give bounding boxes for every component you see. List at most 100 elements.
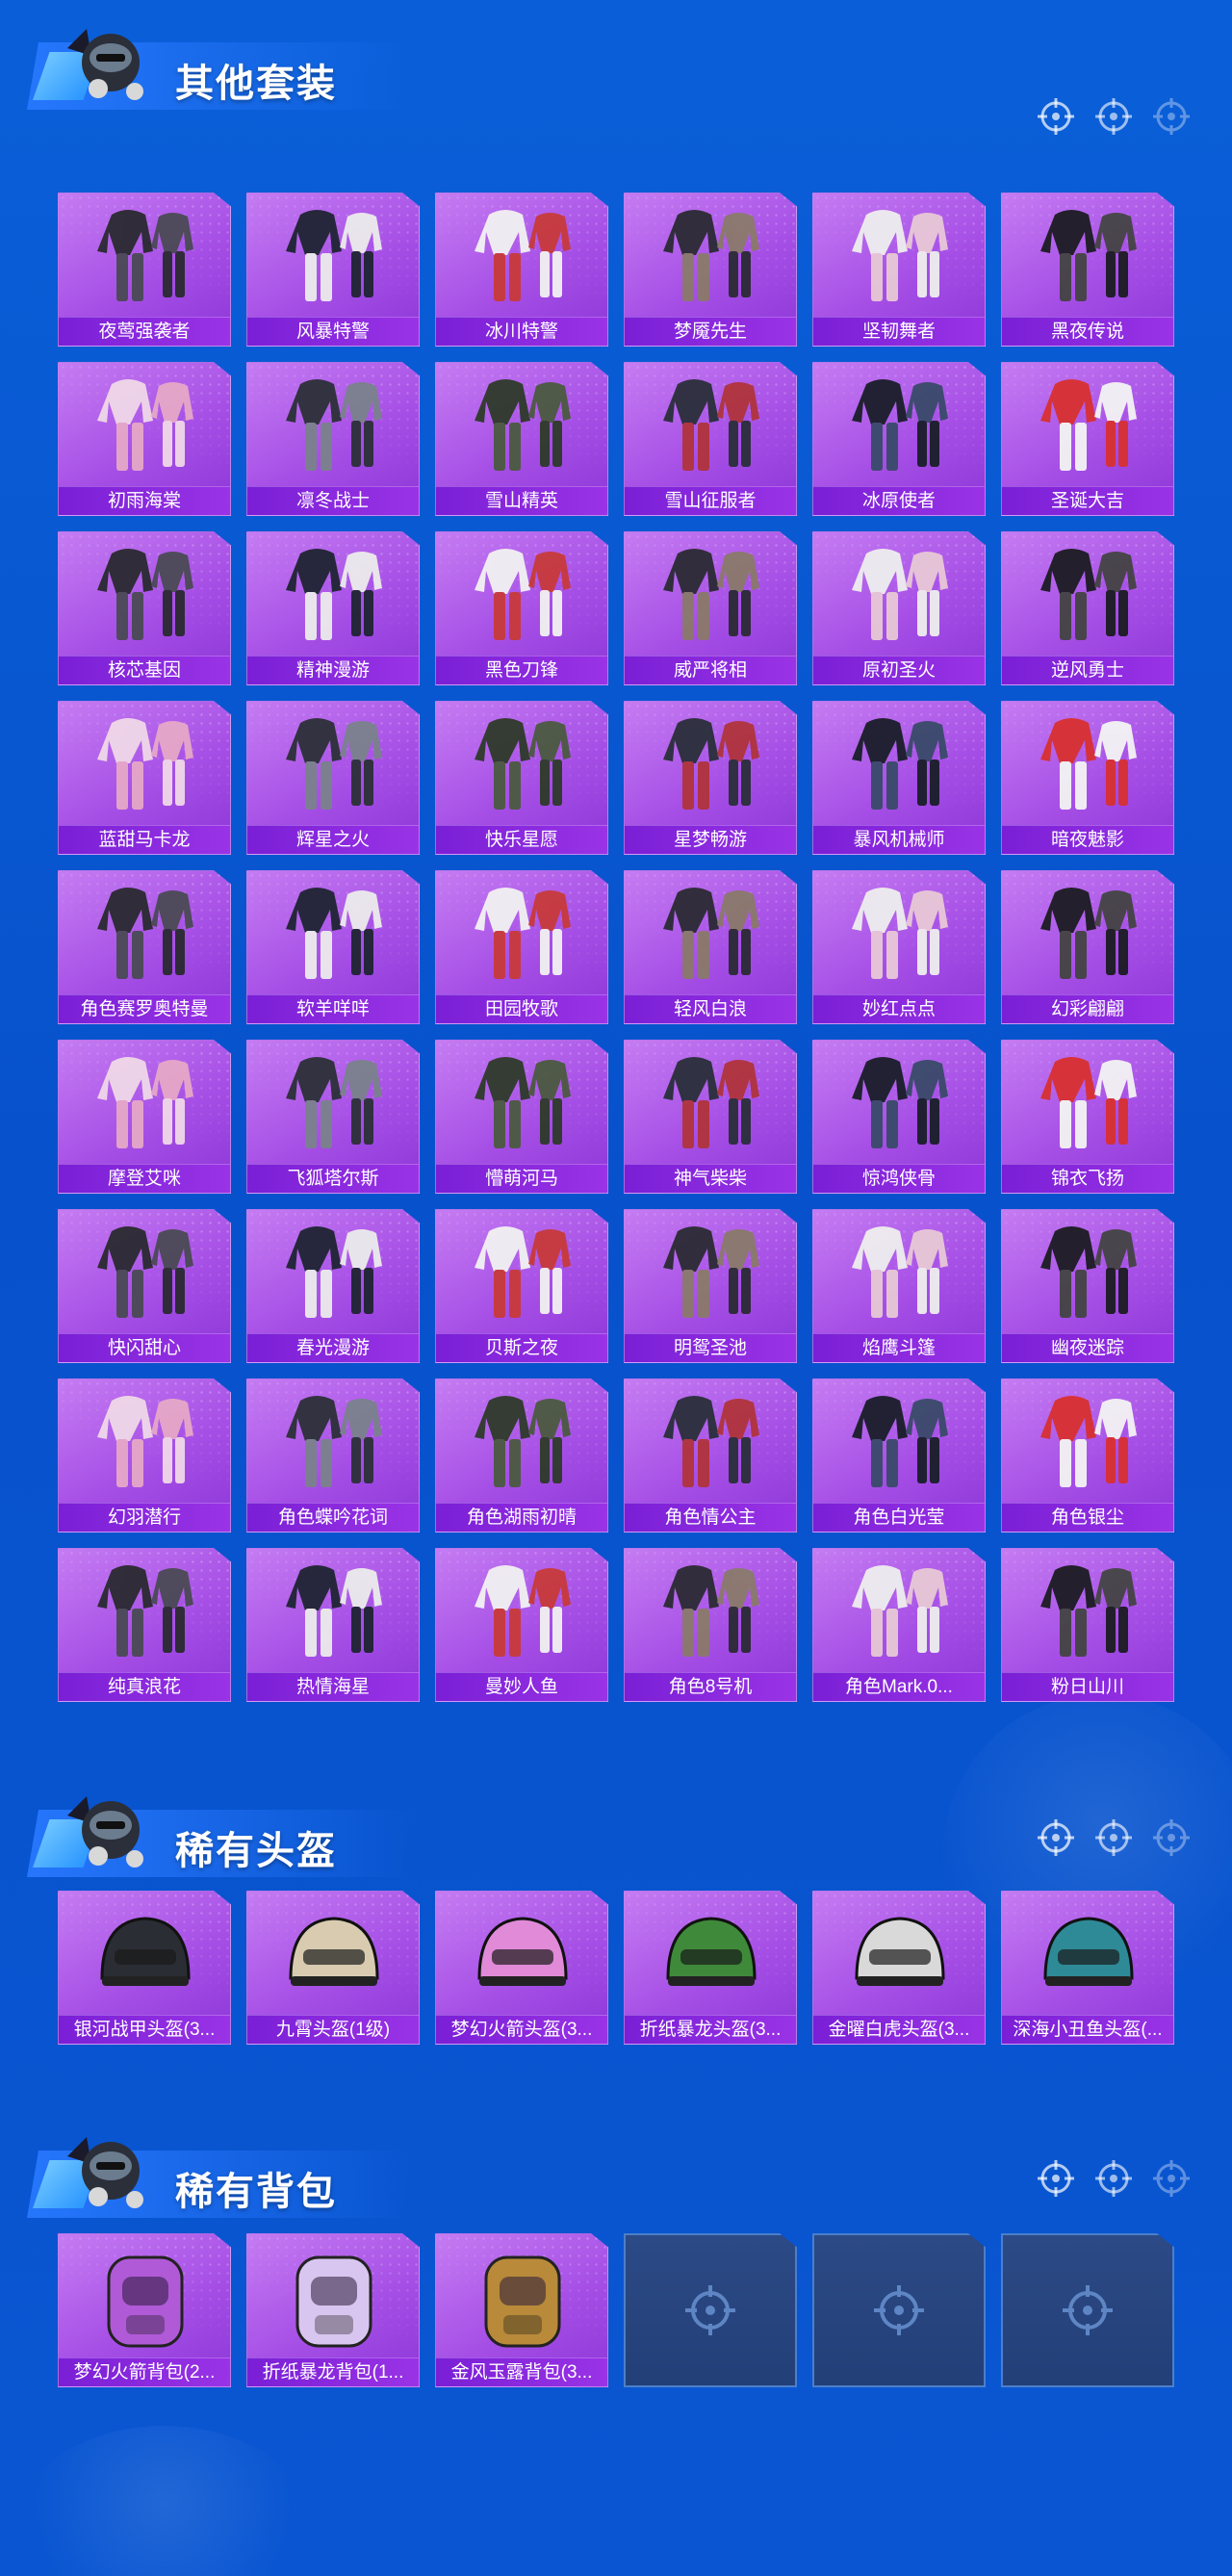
item-label: 核芯基因 (59, 656, 230, 684)
item-image (97, 1057, 193, 1148)
crosshair-icon (874, 2285, 924, 2335)
item-label: 焰鹰斗篷 (813, 1333, 985, 1362)
item-card[interactable]: 飞狐塔尔斯 (246, 1040, 420, 1194)
item-card[interactable]: 金曜白虎头盔(3... (812, 1891, 986, 2045)
item-image (852, 549, 948, 640)
item-card[interactable]: 精神漫游 (246, 531, 420, 685)
item-image (97, 549, 193, 640)
item-image (475, 1057, 571, 1148)
item-label: 粉日山川 (1002, 1672, 1173, 1701)
item-card[interactable]: 暗夜魅影 (1001, 701, 1174, 855)
item-card[interactable]: 快闪甜心 (58, 1209, 231, 1363)
item-card[interactable]: 角色情公主 (624, 1378, 797, 1533)
suits-grid: 夜莺强袭者 风暴特警 冰川特警 梦魇先生 坚韧舞者 黑夜传说初雨海棠 凛冬战士 雪山精英 雪山征… (58, 193, 1174, 1702)
item-card[interactable]: 贝斯之夜 (435, 1209, 608, 1363)
item-card[interactable]: 梦魇先生 (624, 193, 797, 347)
item-card[interactable]: 妙红点点 (812, 870, 986, 1024)
item-card[interactable]: 角色Mark.0... (812, 1548, 986, 1702)
section-title: 稀有背包 (175, 2170, 337, 2214)
item-card[interactable]: 明鸳圣池 (624, 1209, 797, 1363)
item-card[interactable]: 黑夜传说 (1001, 193, 1174, 347)
item-card[interactable]: 神气柴柴 (624, 1040, 797, 1194)
item-image (107, 2255, 184, 2348)
item-card[interactable]: 星梦畅游 (624, 701, 797, 855)
item-label: 蓝甜马卡龙 (59, 825, 230, 854)
empty-slot (624, 2233, 797, 2387)
item-card[interactable]: 幻羽潜行 (58, 1378, 231, 1533)
item-card[interactable]: 粉日山川 (1001, 1548, 1174, 1702)
item-card[interactable]: 幽夜迷踪 (1001, 1209, 1174, 1363)
backpacks-grid: 梦幻火箭背包(2... 折纸暴龙背包(1... 金风玉露背包(3... (58, 2233, 1174, 2387)
item-card[interactable]: 角色湖雨初晴 (435, 1378, 608, 1533)
item-card[interactable]: 圣诞大吉 (1001, 362, 1174, 516)
item-card[interactable]: 九霄头盔(1级) (246, 1891, 420, 2045)
item-image (286, 1226, 382, 1318)
item-card[interactable]: 锦衣飞扬 (1001, 1040, 1174, 1194)
item-label: 惊鸿侠骨 (813, 1164, 985, 1193)
item-card[interactable]: 初雨海棠 (58, 362, 231, 516)
empty-slot (1001, 2233, 1174, 2387)
item-image (286, 718, 382, 810)
item-card[interactable]: 银河战甲头盔(3... (58, 1891, 231, 2045)
item-card[interactable]: 雪山征服者 (624, 362, 797, 516)
item-card[interactable]: 蓝甜马卡龙 (58, 701, 231, 855)
item-card[interactable]: 冰川特警 (435, 193, 608, 347)
item-card[interactable]: 逆风勇士 (1001, 531, 1174, 685)
item-card[interactable]: 快乐星愿 (435, 701, 608, 855)
item-card[interactable]: 暴风机械师 (812, 701, 986, 855)
item-label: 妙红点点 (813, 994, 985, 1023)
item-card[interactable]: 凛冬战士 (246, 362, 420, 516)
item-image (1040, 1565, 1137, 1657)
item-image (663, 888, 759, 979)
item-card[interactable]: 冰原使者 (812, 362, 986, 516)
item-card[interactable]: 轻风白浪 (624, 870, 797, 1024)
item-label: 暴风机械师 (813, 825, 985, 854)
item-card[interactable]: 热情海星 (246, 1548, 420, 1702)
item-image (663, 210, 759, 301)
item-image (475, 549, 571, 640)
item-card[interactable]: 风暴特警 (246, 193, 420, 347)
item-card[interactable]: 软羊咩咩 (246, 870, 420, 1024)
item-card[interactable]: 惊鸿侠骨 (812, 1040, 986, 1194)
item-card[interactable]: 懵萌河马 (435, 1040, 608, 1194)
item-label: 九霄头盔(1级) (247, 2015, 419, 2044)
item-label: 幻羽潜行 (59, 1503, 230, 1532)
item-card[interactable]: 原初圣火 (812, 531, 986, 685)
item-image (475, 718, 571, 810)
item-label: 夜莺强袭者 (59, 317, 230, 346)
item-card[interactable]: 雪山精英 (435, 362, 608, 516)
item-card[interactable]: 曼妙人鱼 (435, 1548, 608, 1702)
item-card[interactable]: 角色8号机 (624, 1548, 797, 1702)
item-card[interactable]: 核芯基因 (58, 531, 231, 685)
item-image (1040, 888, 1137, 979)
item-card[interactable]: 威严将相 (624, 531, 797, 685)
item-card[interactable]: 折纸暴龙头盔(3... (624, 1891, 797, 2045)
item-card[interactable]: 幻彩翩翩 (1001, 870, 1174, 1024)
item-card[interactable]: 春光漫游 (246, 1209, 420, 1363)
item-card[interactable]: 焰鹰斗篷 (812, 1209, 986, 1363)
item-card[interactable]: 角色银尘 (1001, 1378, 1174, 1533)
item-card[interactable]: 夜莺强袭者 (58, 193, 231, 347)
item-card[interactable]: 角色白光莹 (812, 1378, 986, 1533)
item-card[interactable]: 金风玉露背包(3... (435, 2233, 608, 2387)
item-card[interactable]: 坚韧舞者 (812, 193, 986, 347)
item-image (286, 379, 382, 471)
section-backpacks: 稀有背包 (0, 2108, 1232, 2224)
item-image (475, 210, 571, 301)
item-card[interactable]: 梦幻火箭头盔(3... (435, 1891, 608, 2045)
item-card[interactable]: 角色蝶吟花词 (246, 1378, 420, 1533)
item-card[interactable]: 辉星之火 (246, 701, 420, 855)
section-header: 稀有头盔 (0, 1767, 1232, 1883)
item-card[interactable]: 角色赛罗奥特曼 (58, 870, 231, 1024)
item-card[interactable]: 摩登艾咪 (58, 1040, 231, 1194)
item-card[interactable]: 黑色刀锋 (435, 531, 608, 685)
item-card[interactable]: 纯真浪花 (58, 1548, 231, 1702)
item-card[interactable]: 梦幻火箭背包(2... (58, 2233, 231, 2387)
item-image (286, 888, 382, 979)
item-image (475, 1565, 571, 1657)
item-label: 轻风白浪 (625, 994, 796, 1023)
section-title: 其他套装 (175, 62, 337, 106)
item-card[interactable]: 田园牧歌 (435, 870, 608, 1024)
item-card[interactable]: 折纸暴龙背包(1... (246, 2233, 420, 2387)
item-card[interactable]: 深海小丑鱼头盔(... (1001, 1891, 1174, 2045)
